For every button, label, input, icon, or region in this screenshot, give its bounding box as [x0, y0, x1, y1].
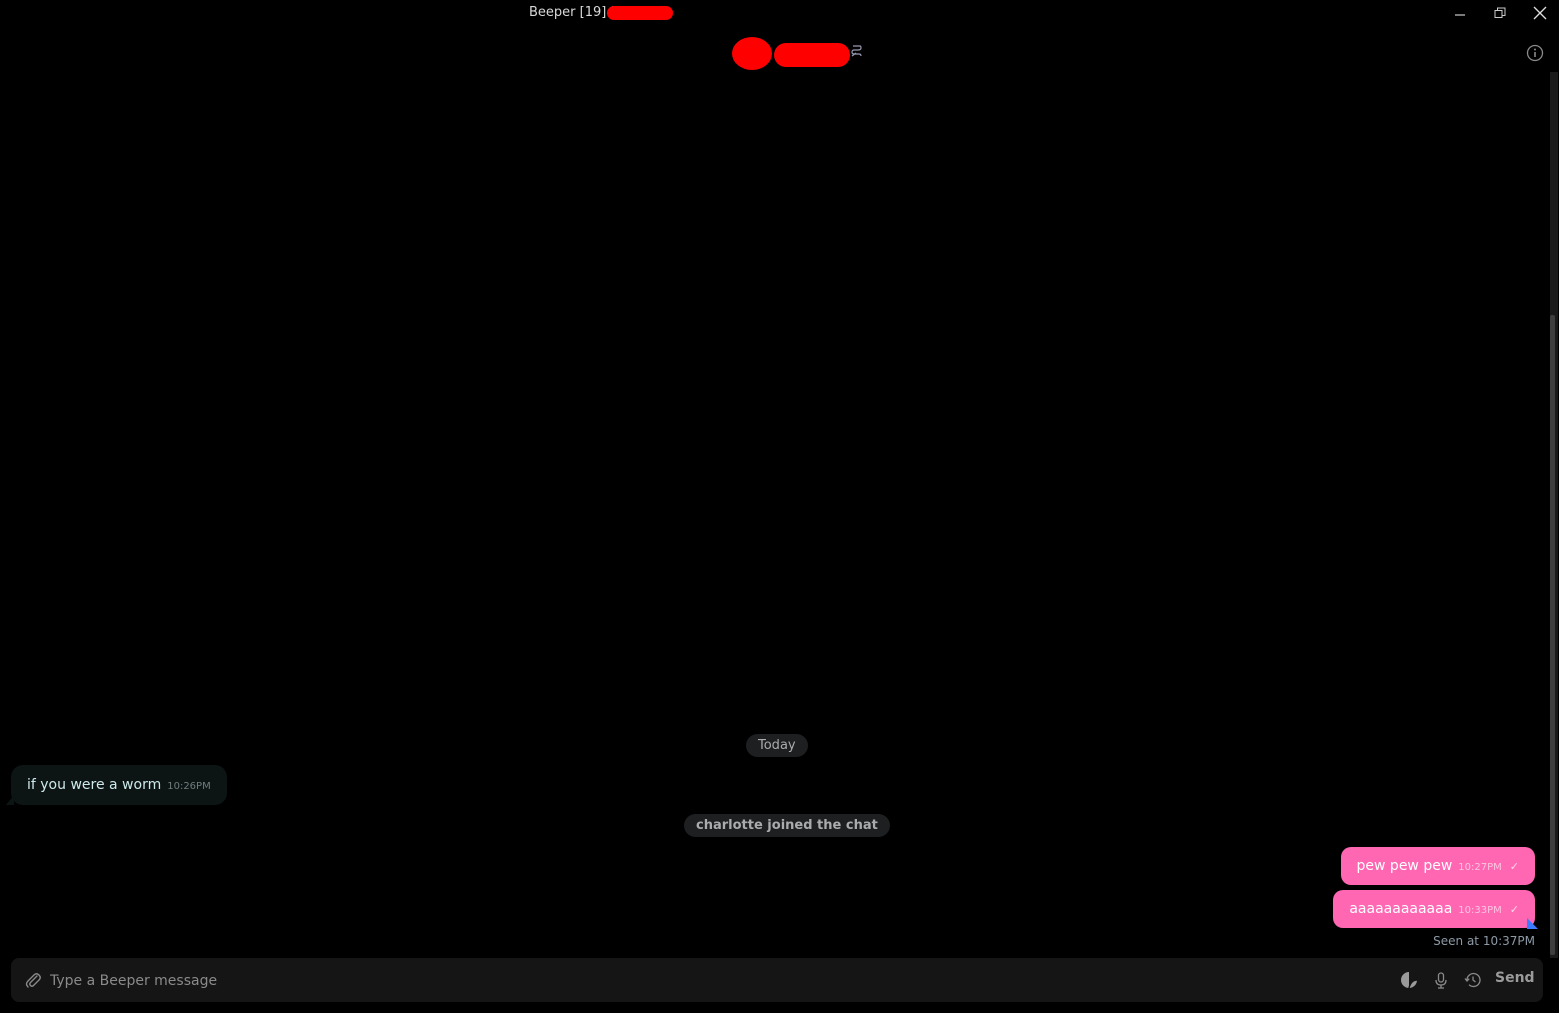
message-time: 10:27PM: [1458, 862, 1502, 873]
minimize-button[interactable]: [1440, 0, 1480, 26]
restore-button[interactable]: [1480, 0, 1520, 26]
message-composer: Send: [11, 958, 1543, 1004]
window-title: Beeper [19] |: [529, 5, 615, 20]
read-receipt: Seen at 10:37PM: [1433, 934, 1535, 948]
message-time: 10:26PM: [167, 781, 211, 792]
outgoing-message[interactable]: aaaaaaaaaaaa 10:33PM ✓: [1333, 890, 1535, 928]
system-event: charlotte joined the chat: [684, 814, 890, 837]
restore-icon: [1494, 7, 1506, 18]
chat-info-button[interactable]: [1525, 43, 1545, 63]
window-titlebar: Beeper [19] |: [0, 0, 1559, 26]
minimize-icon: [1455, 14, 1465, 16]
message-text: pew pew pew: [1356, 858, 1453, 874]
info-icon: [1526, 44, 1544, 62]
contact-name[interactable]: [774, 43, 850, 67]
redacted-title-suffix: [607, 6, 673, 20]
chat-network-icon: [851, 45, 862, 57]
message-time: 10:33PM: [1458, 905, 1502, 916]
outgoing-message[interactable]: pew pew pew 10:27PM ✓: [1340, 847, 1535, 885]
scheduled-send-button[interactable]: [1463, 970, 1483, 990]
timeline-scrollbar-thumb[interactable]: [1550, 315, 1555, 955]
sticker-icon: [1401, 972, 1418, 989]
sent-check-icon: ✓: [1509, 859, 1519, 873]
history-icon: [1464, 972, 1481, 988]
attach-icon: [25, 973, 41, 988]
send-button[interactable]: Send: [1495, 970, 1535, 986]
message-input[interactable]: [48, 958, 1352, 1004]
message-text: if you were a worm: [27, 777, 162, 793]
voice-message-button[interactable]: [1431, 970, 1451, 990]
close-icon: [1533, 6, 1547, 20]
close-button[interactable]: [1520, 0, 1559, 26]
outgoing-bubble-tail: [1527, 918, 1538, 929]
message-text: aaaaaaaaaaaa: [1349, 901, 1453, 917]
contact-avatar[interactable]: [732, 37, 772, 70]
chat-header: [0, 26, 1559, 72]
incoming-message[interactable]: if you were a worm 10:26PM: [11, 765, 227, 805]
microphone-icon: [1435, 972, 1447, 989]
attach-button[interactable]: [23, 970, 43, 990]
sticker-button[interactable]: [1399, 970, 1419, 990]
sent-check-icon: ✓: [1509, 902, 1519, 916]
date-separator: Today: [746, 734, 808, 757]
